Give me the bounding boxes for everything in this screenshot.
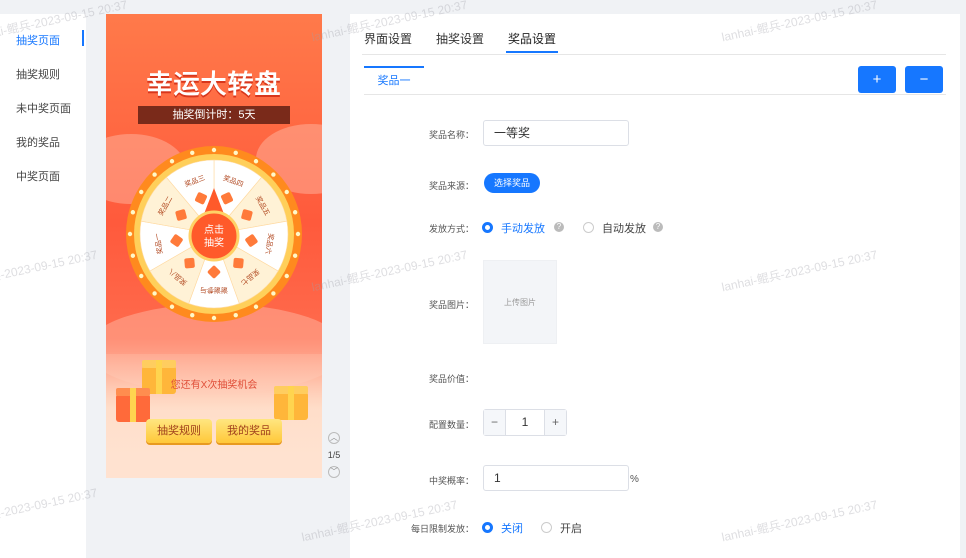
tab-prize-settings[interactable]: 奖品设置 (505, 30, 559, 53)
prize-image-label: 奖品图片： (428, 300, 474, 310)
radio-auto[interactable] (583, 222, 594, 233)
wheel-light (169, 304, 175, 309)
radio-manual-label[interactable]: 手动发放 (501, 220, 545, 236)
nav-item-lottery-page[interactable]: 抽奖页面 (0, 30, 86, 48)
phone-preview: 幸运大转盘 抽奖倒计时：5天 奖品四 奖品五 奖品六 奖品七 谢谢参与 奖品八 奖品一 奖品二… (106, 14, 322, 478)
wheel-light (284, 189, 289, 195)
preview-title: 幸运大转盘 (146, 69, 282, 99)
wheel-light (152, 291, 157, 296)
chevron-up-icon[interactable]: ︿ (328, 432, 340, 444)
radio-off[interactable] (482, 522, 493, 533)
wheel-light (139, 273, 144, 279)
gift-icon (184, 257, 195, 269)
wheel-light (130, 210, 136, 215)
probability-label: 中奖概率： (428, 476, 474, 486)
increment-button[interactable]: + (544, 410, 566, 435)
wheel-light (152, 172, 157, 177)
spin-button[interactable] (188, 210, 240, 262)
add-prize-button[interactable]: + (858, 66, 896, 93)
preview-pager: ︿ 1/5 ﹀ (326, 432, 342, 478)
wheel-light (233, 312, 238, 318)
wheel-prize-label: 谢谢参与 (200, 286, 228, 295)
gift-icon (233, 257, 244, 269)
page-indicator: 1/5 (327, 450, 341, 460)
help-icon[interactable]: ? (653, 222, 663, 232)
wheel-light (292, 210, 298, 215)
select-prize-button[interactable]: 选择奖品 (484, 173, 540, 193)
prize-source-label: 奖品来源： (428, 181, 474, 191)
wheel-light (271, 172, 276, 177)
rules-button[interactable]: 抽奖规则 (146, 419, 212, 443)
spin-button-label-2: 抽奖 (204, 236, 224, 249)
subtab-prize-one[interactable]: 奖品一 (364, 66, 424, 94)
wheel-light (139, 189, 144, 195)
countdown-banner: 抽奖倒计时：5天 (138, 106, 290, 124)
quantity-stepper: − 1 + (483, 409, 567, 436)
quantity-value[interactable]: 1 (506, 410, 544, 435)
nav-item-win-page[interactable]: 中奖页面 (0, 168, 86, 184)
daily-limit-label: 每日限制发放： (410, 524, 474, 534)
quantity-label: 配置数量： (428, 420, 474, 430)
prize-wheel: 奖品四奖品五奖品六奖品七谢谢参与奖品八奖品一奖品二奖品三 点击 抽奖 (126, 146, 302, 322)
gift-icon (274, 386, 308, 420)
radio-auto-label[interactable]: 自动发放 (602, 220, 646, 236)
left-nav: 抽奖页面 抽奖规则 未中奖页面 我的奖品 中奖页面 (0, 14, 86, 558)
distribution-label: 发放方式： (428, 224, 474, 234)
my-prizes-button[interactable]: 我的奖品 (216, 419, 282, 443)
wheel-light (190, 150, 195, 156)
wheel-light (211, 147, 217, 153)
wheel-light (190, 312, 195, 318)
wheel-light (211, 315, 217, 321)
wheel-light (271, 291, 276, 296)
image-upload[interactable]: 上传图片 (483, 260, 557, 344)
decrement-button[interactable]: − (484, 410, 506, 435)
nav-item-no-win-page[interactable]: 未中奖页面 (0, 100, 86, 116)
chevron-down-icon[interactable]: ﹀ (328, 466, 340, 478)
tabs-divider (362, 54, 946, 55)
wheel-light (130, 253, 136, 258)
spin-button-label-1: 点击 (204, 224, 224, 236)
radio-off-label[interactable]: 关闭 (501, 520, 523, 536)
gift-icon (116, 388, 150, 422)
wheel-light (284, 273, 289, 279)
chances-text: 您还有X次抽奖机会 (170, 380, 258, 391)
radio-on-label[interactable]: 开启 (560, 520, 582, 536)
radio-on[interactable] (541, 522, 552, 533)
wheel-light (127, 231, 133, 237)
wheel-light (295, 231, 301, 237)
percent-unit: % (630, 474, 639, 485)
prize-name-input[interactable]: 一等奖 (483, 120, 629, 146)
probability-input[interactable]: 1 (483, 465, 629, 491)
nav-item-lottery-rules[interactable]: 抽奖规则 (0, 66, 86, 82)
wheel-light (292, 253, 298, 258)
settings-panel: 界面设置 抽奖设置 奖品设置 奖品一 + − 奖品名称： 一等奖 奖品来源： 选… (350, 14, 960, 558)
help-icon[interactable]: ? (554, 222, 564, 232)
wheel-light (253, 159, 259, 164)
tab-interface-settings[interactable]: 界面设置 (364, 30, 412, 47)
tab-lottery-settings[interactable]: 抽奖设置 (436, 30, 484, 47)
wheel-light (253, 304, 259, 309)
wheel-light (169, 159, 175, 164)
subtabs-divider (364, 94, 946, 95)
wheel-light (233, 150, 238, 156)
remove-prize-button[interactable]: − (905, 66, 943, 93)
prize-value-label: 奖品价值： (428, 374, 474, 384)
radio-manual[interactable] (482, 222, 493, 233)
prize-name-label: 奖品名称： (428, 130, 474, 140)
nav-item-my-prizes[interactable]: 我的奖品 (0, 134, 86, 150)
